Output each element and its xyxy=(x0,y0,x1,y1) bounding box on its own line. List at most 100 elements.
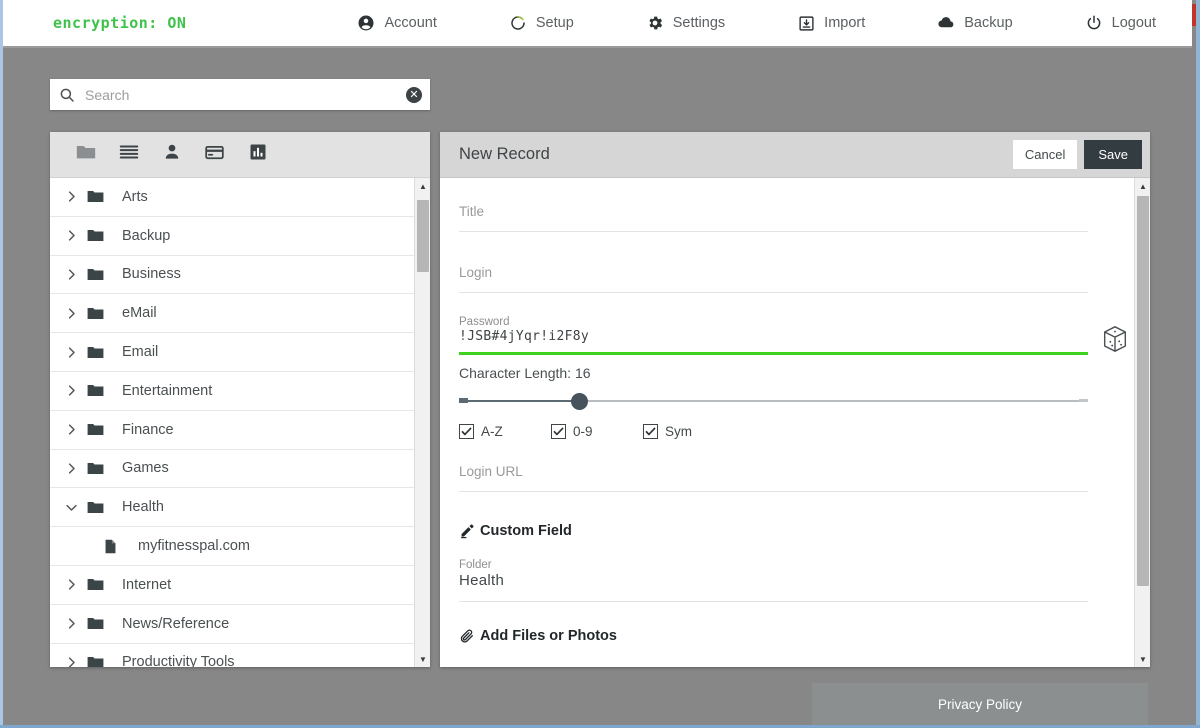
scroll-thumb[interactable] xyxy=(1137,196,1149,586)
login-url-field[interactable]: Login URL xyxy=(459,464,1088,492)
chevron-right-icon[interactable] xyxy=(64,189,86,204)
nav-logout-label: Logout xyxy=(1111,15,1156,31)
generate-password-dice-icon[interactable] xyxy=(1100,324,1130,354)
folder-icon xyxy=(86,459,116,478)
folder-icon xyxy=(86,381,116,400)
tree-item-label: News/Reference xyxy=(122,615,230,632)
tree-item-label: Games xyxy=(122,460,169,477)
folder-field-label: Folder xyxy=(459,559,492,571)
cards-tab[interactable] xyxy=(193,140,236,170)
nav-import-label: Import xyxy=(824,15,866,31)
scroll-up-icon[interactable]: ▲ xyxy=(415,178,430,194)
search-input[interactable] xyxy=(76,86,406,103)
login-field-underline xyxy=(459,292,1088,293)
tree-item-label: Business xyxy=(122,266,181,283)
tree-folder-row[interactable]: News/Reference xyxy=(50,605,430,644)
chevron-right-icon[interactable] xyxy=(64,306,86,321)
chevron-right-icon[interactable] xyxy=(64,383,86,398)
folder-field[interactable]: Folder Health xyxy=(459,559,1088,602)
checkmark-icon xyxy=(643,424,658,439)
scroll-down-icon[interactable]: ▼ xyxy=(1135,651,1150,667)
tree-item-label: Productivity Tools xyxy=(122,654,235,667)
checkbox-az-label: A-Z xyxy=(481,424,503,439)
nav-backup[interactable]: Backup xyxy=(937,14,1013,32)
title-field[interactable]: Title xyxy=(459,204,1088,232)
chevron-right-icon[interactable] xyxy=(64,655,86,667)
nav-import[interactable]: Import xyxy=(797,14,865,32)
search-bar[interactable]: ✕ xyxy=(50,79,430,110)
scroll-up-icon[interactable]: ▲ xyxy=(1135,178,1150,194)
notes-tab[interactable] xyxy=(107,140,150,170)
nav-settings-label: Settings xyxy=(672,15,726,31)
checkbox-sym-label: Sym xyxy=(665,424,692,439)
import-icon xyxy=(797,14,815,32)
folder-icon xyxy=(86,304,116,323)
chevron-right-icon[interactable] xyxy=(64,422,86,437)
tree-folder-row[interactable]: eMail xyxy=(50,294,430,334)
tree-item-label: Entertainment xyxy=(122,382,213,399)
top-navigation-bar: encryption: ON Account Setup Settings Im… xyxy=(3,0,1192,48)
checkbox-09-label: 0-9 xyxy=(573,424,593,439)
tree-folder-row[interactable]: Backup xyxy=(50,217,430,256)
nav-setup-label: Setup xyxy=(535,15,574,31)
app-window: encryption: ON Account Setup Settings Im… xyxy=(0,0,1200,728)
folder-tree: Arts Backup Business eMail Email Entertainmen… xyxy=(50,178,430,667)
chevron-right-icon[interactable] xyxy=(64,228,86,243)
chevron-right-icon[interactable] xyxy=(64,461,86,476)
tree-folder-row[interactable]: Internet xyxy=(50,566,430,605)
privacy-policy-button[interactable]: Privacy Policy xyxy=(812,683,1148,725)
tree-item-label: eMail xyxy=(122,305,157,322)
scroll-thumb[interactable] xyxy=(417,200,429,272)
nav-settings[interactable]: Settings xyxy=(646,14,725,32)
checkbox-az[interactable]: A-Z xyxy=(459,424,551,439)
chevron-right-icon[interactable] xyxy=(64,345,86,360)
tree-folder-row[interactable]: Email xyxy=(50,333,430,372)
add-custom-field-button[interactable]: Custom Field xyxy=(459,522,1088,539)
tree-item-label: Health xyxy=(122,499,164,516)
nav-setup[interactable]: Setup xyxy=(509,14,574,32)
chevron-right-icon[interactable] xyxy=(64,616,86,631)
tree-record-row[interactable]: myfitnesspal.com xyxy=(50,527,430,566)
cloud-icon xyxy=(937,14,955,32)
checkmark-icon xyxy=(459,424,474,439)
save-button[interactable]: Save xyxy=(1084,140,1142,169)
tree-folder-row[interactable]: Productivity Tools xyxy=(50,644,430,667)
login-field[interactable]: Login xyxy=(459,265,1088,293)
nav-account[interactable]: Account xyxy=(357,14,437,32)
chevron-right-icon[interactable] xyxy=(64,267,86,282)
add-files-button[interactable]: Add Files or Photos xyxy=(459,628,1088,644)
tree-folder-row[interactable]: Games xyxy=(50,450,430,489)
tree-folder-row[interactable]: Finance xyxy=(50,411,430,450)
identities-tab[interactable] xyxy=(150,140,193,170)
login-field-placeholder: Login xyxy=(459,265,493,280)
tree-folder-row[interactable]: Health xyxy=(50,488,430,528)
character-length-slider[interactable] xyxy=(459,390,1088,412)
cancel-button[interactable]: Cancel xyxy=(1012,140,1078,169)
folder-panel-toolbar xyxy=(50,132,430,178)
chevron-right-icon[interactable] xyxy=(64,577,86,592)
record-panel-scrollbar[interactable]: ▲ ▼ xyxy=(1134,178,1150,667)
list-lines-icon xyxy=(118,141,140,168)
tree-item-label: Email xyxy=(122,344,159,361)
password-strength-bar xyxy=(459,352,1088,355)
checkbox-sym[interactable]: Sym xyxy=(643,424,692,439)
tree-folder-row[interactable]: Business xyxy=(50,256,430,295)
clear-search-icon[interactable]: ✕ xyxy=(406,86,422,103)
folders-tab[interactable] xyxy=(64,140,107,170)
left-edge-accent xyxy=(0,0,3,728)
folder-tree-scrollbar[interactable]: ▲ ▼ xyxy=(414,178,430,667)
nav-logout[interactable]: Logout xyxy=(1085,14,1156,32)
tree-folder-row[interactable]: Entertainment xyxy=(50,372,430,411)
checkbox-09[interactable]: 0-9 xyxy=(551,424,643,439)
folder-icon xyxy=(86,614,116,633)
scroll-down-icon[interactable]: ▼ xyxy=(415,651,430,667)
chevron-down-icon[interactable] xyxy=(64,500,86,515)
record-panel-header: New Record Cancel Save xyxy=(440,132,1150,178)
reports-tab[interactable] xyxy=(236,140,279,170)
folder-field-underline xyxy=(459,601,1088,602)
page-title: New Record xyxy=(459,145,550,163)
tree-folder-row[interactable]: Arts xyxy=(50,178,430,217)
title-field-placeholder: Title xyxy=(459,204,485,219)
slider-thumb[interactable] xyxy=(570,393,588,410)
password-field[interactable]: Password !JSB#4jYqr!i2F8y xyxy=(459,316,1127,355)
